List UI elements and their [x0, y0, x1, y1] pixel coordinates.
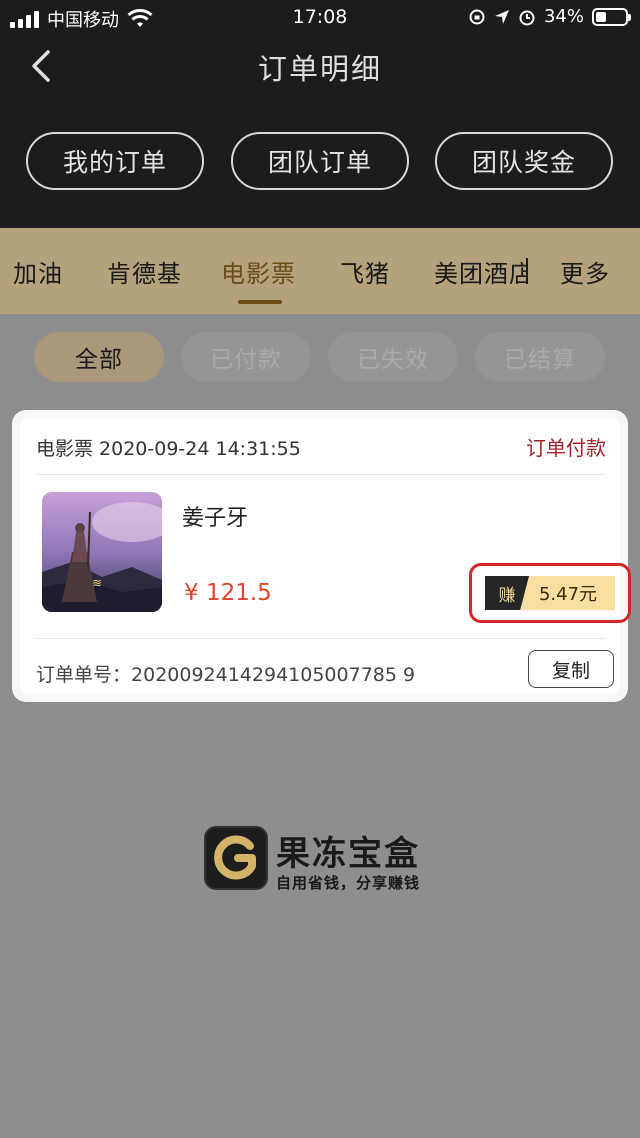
filter-expired[interactable]: 已失效	[328, 332, 458, 382]
alarm-icon	[519, 10, 535, 25]
tab-label: 团队订单	[267, 148, 372, 177]
location-icon	[494, 9, 509, 24]
order-number-value: 2020092414294105007785 9	[131, 664, 416, 686]
category-fliggy[interactable]: 飞猪	[340, 254, 390, 289]
tab-label: 我的订单	[62, 148, 167, 177]
page-title: 订单明细	[257, 52, 382, 86]
tab-label: 团队奖金	[471, 148, 576, 177]
order-header: 电影票 2020-09-24 14:31:55	[36, 438, 301, 460]
category-more[interactable]: 更多	[560, 254, 610, 289]
battery-percent: 34%	[543, 6, 584, 27]
order-status: 订单付款	[526, 436, 606, 460]
tab-team-bonus[interactable]: 团队奖金	[435, 132, 613, 190]
earn-amount: 5.47元	[521, 576, 615, 610]
tab-team-orders[interactable]: 团队订单	[231, 132, 409, 190]
order-number: 订单单号：2020092414294105007785 9	[36, 660, 415, 687]
status-filters: 全部 已付款 已失效 已结算	[0, 314, 640, 410]
category-movie-tickets[interactable]: 电影票	[221, 254, 296, 289]
order-card[interactable]: 电影票 2020-09-24 14:31:55 订单付款 ≋ 姜子牙 ¥ 121…	[12, 410, 631, 702]
scroll-divider	[526, 258, 528, 284]
filter-all[interactable]: 全部	[34, 332, 164, 382]
divider	[36, 638, 606, 639]
watermark-title: 果冻宝盒	[276, 834, 420, 874]
divider	[36, 474, 606, 475]
watermark-subtitle: 自用省钱，分享赚钱	[276, 874, 421, 892]
nav-bar: 订单明细 我的订单 团队订单 团队奖金	[0, 36, 640, 228]
rotation-lock-icon	[469, 9, 485, 24]
copy-button[interactable]: 复制	[528, 650, 614, 688]
battery-icon	[592, 7, 631, 26]
filter-paid[interactable]: 已付款	[181, 332, 311, 382]
order-price: ¥ 121.5	[184, 580, 272, 606]
category-fuel[interactable]: 加油	[13, 254, 63, 289]
movie-poster: ≋	[42, 492, 162, 612]
category-tabs: 加油 肯德基 电影票 飞猪 美团酒店 更多	[0, 228, 640, 314]
category-meituan-hotel[interactable]: 美团酒店	[434, 254, 528, 289]
commission-badge: 赚 5.47元	[485, 576, 615, 610]
filter-settled[interactable]: 已结算	[475, 332, 605, 382]
tab-my-orders[interactable]: 我的订单	[26, 132, 204, 190]
order-number-label: 订单单号：	[36, 664, 132, 686]
order-card-body: 电影票 2020-09-24 14:31:55 订单付款 ≋ 姜子牙 ¥ 121…	[20, 418, 631, 694]
movie-title: 姜子牙	[182, 506, 249, 531]
poster-logo: ≋	[92, 576, 102, 590]
watermark-logo: 果冻宝盒 自用省钱，分享赚钱	[204, 826, 444, 892]
active-tab-indicator	[238, 300, 282, 304]
status-bar: 中国移动 17:08 34%	[0, 0, 640, 36]
category-kfc[interactable]: 肯德基	[107, 254, 182, 289]
g-logo-icon	[204, 826, 268, 890]
